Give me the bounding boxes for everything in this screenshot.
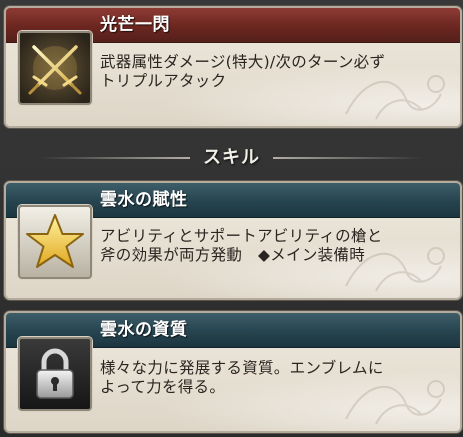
crossed-swords-icon — [18, 31, 92, 105]
weapon-skill-card: 光芒一閃 武器属性ダメージ(特大)/次のターン必ず トリプルアタック — [4, 6, 462, 128]
star-icon — [18, 205, 92, 279]
weapon-skill-description: 武器属性ダメージ(特大)/次のターン必ず トリプルアタック — [100, 53, 386, 90]
padlock-icon — [18, 337, 92, 411]
skill-description: 様々な力に発展する資質。エンブレムに よって力を得る。 — [100, 359, 384, 396]
weapon-detail-screen: 光芒一閃 武器属性ダメージ(特大)/次のターン必ず トリプルアタック スキル 雲… — [0, 0, 463, 437]
skill-card: 雲水の資質 様々な力に発展する資質。エンブレムに よって力を得る。 — [4, 311, 462, 433]
skill-card: 雲水の賦性 アビリティとサポートアビリティの槍と 斧の効果が両方発動 ◆メイン装… — [4, 181, 462, 300]
skills-section-header: スキル — [0, 142, 463, 174]
skill-description: アビリティとサポートアビリティの槍と 斧の効果が両方発動 ◆メイン装備時 — [100, 227, 383, 264]
divider-right — [273, 157, 423, 159]
